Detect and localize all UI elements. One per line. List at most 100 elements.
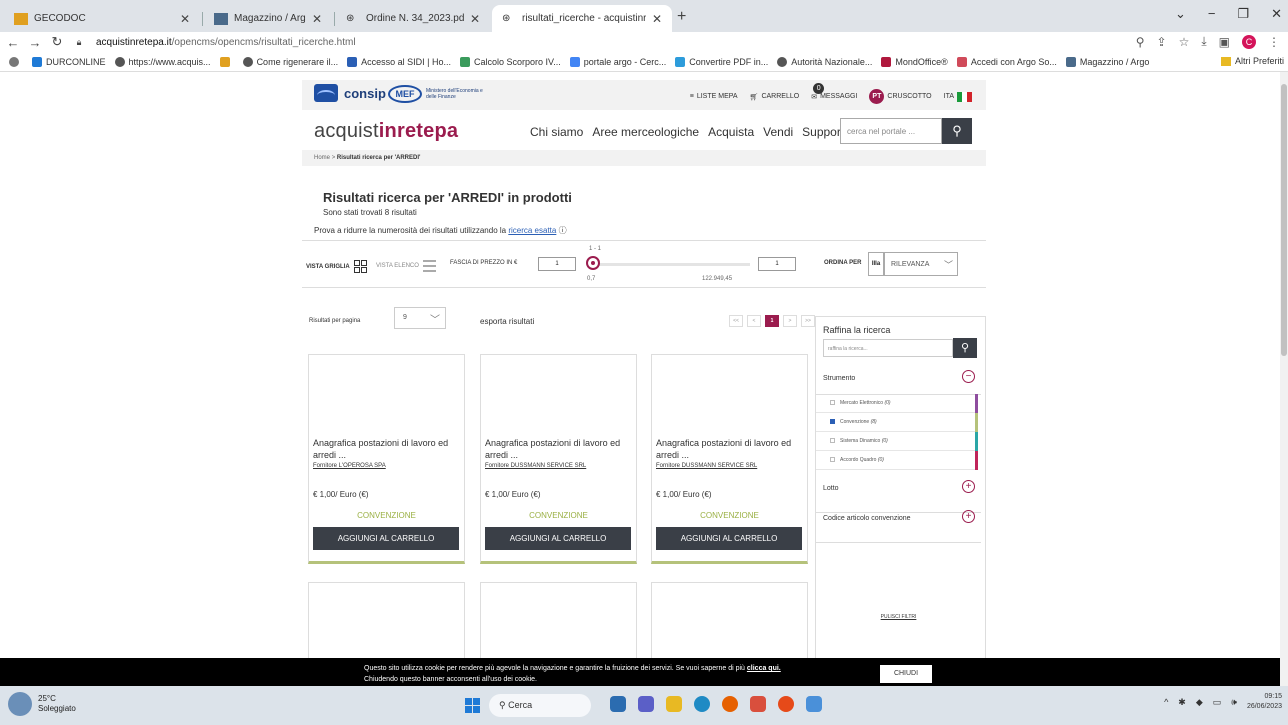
lock-icon[interactable]: 🔒︎ [70,37,88,48]
bookmark-item[interactable]: Magazzino / Argo [1065,56,1149,67]
star-icon[interactable]: ☆ [1179,35,1190,49]
sort-select[interactable]: RILEVANZA ﹀ [884,252,958,276]
edge-icon[interactable] [694,696,710,712]
new-tab-button[interactable]: + [677,8,686,26]
close-icon[interactable]: ✕ [180,12,190,26]
product-title[interactable]: Anagrafica postazioni di lavoro ed arred… [485,437,630,461]
bookmark-item[interactable]: Come rigenerare il... [242,56,338,67]
per-page-select[interactable]: 9 ﹀ [394,307,446,329]
filter-option-accordo-quadro[interactable]: Accordo Quadro (0) [816,451,978,470]
reload-button[interactable]: ↻ [48,34,66,50]
product-title[interactable]: Anagrafica postazioni di lavoro ed arred… [313,437,458,461]
app-icon[interactable] [610,696,626,712]
taskbar-search[interactable]: ⚲ Cerca [489,694,591,717]
product-card[interactable] [651,582,808,658]
product-card[interactable] [308,582,465,658]
bookmark-item[interactable]: portale argo - Cerc... [569,56,666,67]
product-card[interactable]: Anagrafica postazioni di lavoro ed arred… [308,354,465,564]
page-first[interactable]: << [729,315,743,327]
filter-lotto[interactable]: Lotto + [816,480,981,513]
nav-acquista[interactable]: Acquista [708,125,754,139]
product-card[interactable]: Anagrafica postazioni di lavoro ed arred… [480,354,637,564]
teams-icon[interactable] [638,696,654,712]
add-to-cart-button[interactable]: AGGIUNGI AL CARRELLO [313,527,459,550]
add-to-cart-button[interactable]: AGGIUNGI AL CARRELLO [656,527,802,550]
app-icon[interactable] [750,696,766,712]
messaggi-link[interactable]: 0 ✉ MESSAGGI [811,82,857,101]
refine-search-button[interactable]: ⚲ [953,338,977,358]
nav-vendi[interactable]: Vendi [763,125,793,139]
folder-icon[interactable] [666,696,682,712]
clear-filters-link[interactable]: PULISCI FILTRI [816,614,981,620]
bookmark-item[interactable]: Convertire PDF in... [675,56,768,67]
other-bookmarks[interactable]: Altri Preferiti [1220,56,1284,66]
checkbox[interactable] [830,438,835,443]
list-view-toggle[interactable]: VISTA ELENCO [376,260,436,272]
liste-mepa-link[interactable]: ≡ LISTE MEPA [690,93,738,100]
carrello-link[interactable]: 🛒︎ CARRELLO [750,93,800,101]
bookmark-item[interactable]: DURCONLINE [32,56,106,67]
page-prev[interactable]: < [747,315,761,327]
checkbox-checked[interactable] [830,419,835,424]
portal-search-input[interactable]: cerca nel portale ... [840,118,942,144]
cruscotto-link[interactable]: PT CRUSCOTTO [869,89,932,104]
start-button[interactable] [465,698,480,713]
scrollbar-thumb[interactable] [1281,84,1287,356]
restore-button[interactable]: ❐ [1237,6,1249,22]
minimize-button[interactable]: − [1208,6,1216,22]
close-window-button[interactable]: ✕ [1271,6,1282,22]
app-tray-icon[interactable]: ◆ [1196,697,1203,708]
price-max-input[interactable]: 1 [758,257,796,271]
url-field[interactable]: acquistinretepa.it/opencms/opencms/risul… [96,37,356,48]
sidepanel-icon[interactable]: ▣ [1219,35,1230,49]
cookie-more-link[interactable]: clicca qui. [747,665,781,672]
firefox-icon[interactable] [722,696,738,712]
bookmark-item[interactable]: MondOffice® [881,56,948,67]
tab-gecodoc[interactable]: GECODOC ✕ [4,5,200,32]
sort-icon[interactable]: IIIa [868,252,884,276]
clock[interactable]: 09:15 26/06/2023 [1247,692,1282,712]
filter-option-convenzione[interactable]: Convenzione (8) [816,413,978,432]
bookmark-item[interactable]: Autorità Nazionale... [777,56,872,67]
close-icon[interactable]: ✕ [312,12,322,26]
weather-widget[interactable]: 25°C Soleggiato [8,692,76,716]
tab-ordine-pdf[interactable]: ⊛ Ordine N. 34_2023.pdf ✕ [336,5,490,32]
bookmark-item[interactable]: Calcolo Scorporo IV... [459,56,561,67]
app-icon[interactable] [806,696,822,712]
forward-button[interactable]: → [26,35,44,50]
profile-avatar[interactable]: C [1242,34,1256,49]
refine-search-input[interactable]: raffina la ricerca... [823,339,953,357]
back-button[interactable]: ← [4,35,22,50]
checkbox[interactable] [830,400,835,405]
price-range-handle[interactable] [586,256,600,270]
checkbox[interactable] [830,457,835,462]
expand-icon[interactable]: + [962,480,975,493]
collapse-icon[interactable]: − [962,370,975,383]
product-supplier[interactable]: Fornitore L'OPEROSA SPA [313,463,386,469]
filter-codice-articolo[interactable]: Codice articolo convenzione + [816,510,981,543]
product-title[interactable]: Anagrafica postazioni di lavoro ed arred… [656,437,801,461]
page-last[interactable]: >> [801,315,815,327]
bookmark-item[interactable]: https://www.acquis... [114,56,211,67]
search-button[interactable]: ⚲ [942,118,972,144]
nav-aree-merceologiche[interactable]: Aree merceologiche [592,125,699,139]
page-next[interactable]: > [783,315,797,327]
bookmark-item[interactable]: Accesso al SIDI | Ho... [347,56,451,67]
chevron-up-icon[interactable]: ^ [1164,697,1168,707]
product-supplier[interactable]: Fornitore DUSSMANN SERVICE SRL [656,463,757,469]
close-icon[interactable]: ✕ [470,12,480,26]
zoom-icon[interactable]: ⚲ [1136,35,1145,49]
consip-logo[interactable]: consip [314,84,386,102]
grid-view-toggle[interactable]: VISTA GRIGLIA [306,260,367,273]
site-logo[interactable]: acquistinretepa [314,120,458,143]
bookmark-item[interactable] [219,56,234,67]
bookmark-globe[interactable] [9,56,23,67]
page-current[interactable]: 1 [765,315,779,327]
nav-chi-siamo[interactable]: Chi siamo [530,125,583,139]
menu-icon[interactable]: ⋮ [1268,35,1280,49]
cookie-close-button[interactable]: CHIUDI [880,665,932,683]
network-icon[interactable]: ✱ [1178,697,1186,708]
chevron-down-icon[interactable]: ⌄ [1175,6,1186,22]
display-icon[interactable]: ▭ [1213,697,1222,708]
product-card[interactable] [480,582,637,658]
